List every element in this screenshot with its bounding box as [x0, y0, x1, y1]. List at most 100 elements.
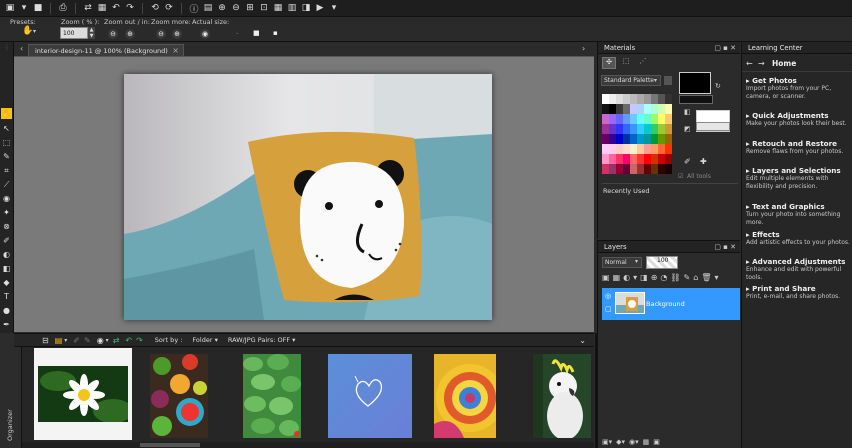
document-tab[interactable]: interior-design-11 @ 100% (Background) × — [28, 44, 184, 56]
layer-name[interactable]: Background — [646, 300, 685, 308]
color-swatch[interactable] — [602, 134, 609, 144]
apply-icon[interactable]: ▪ — [273, 29, 278, 37]
color-swatch[interactable] — [609, 124, 616, 134]
frame-swatch-tab-icon[interactable]: ✣ — [602, 57, 616, 69]
blend-ranges-icon[interactable]: ⊕ — [651, 273, 658, 285]
color-swatch[interactable] — [609, 164, 616, 174]
pan-tool-icon[interactable]: ✋ — [1, 108, 12, 119]
fit-window-icon[interactable]: ⊞ — [244, 2, 256, 14]
zoom-input[interactable]: 100 — [60, 27, 88, 39]
color-swatch[interactable] — [616, 154, 623, 164]
color-swatch[interactable] — [623, 144, 630, 154]
color-swatch[interactable] — [630, 124, 637, 134]
color-swatch[interactable] — [623, 104, 630, 114]
all-tools-checkbox-icon[interactable]: ☑ — [678, 173, 683, 180]
color-swatch[interactable] — [616, 134, 623, 144]
image-icon[interactable]: ▦ — [96, 2, 108, 14]
thumbnail-flower[interactable] — [38, 366, 128, 422]
color-swatch[interactable] — [665, 164, 672, 174]
pick-tool-icon[interactable]: ↖ — [1, 123, 12, 134]
color-swatch[interactable] — [637, 94, 644, 104]
color-swatch[interactable] — [609, 94, 616, 104]
foreground-color-swatch[interactable] — [679, 72, 711, 94]
color-swatch[interactable] — [616, 164, 623, 174]
text-tool-icon[interactable]: T — [1, 291, 12, 302]
color-swatch[interactable] — [651, 94, 658, 104]
dodge-tool-icon[interactable]: ◐ — [1, 249, 12, 260]
color-swatch[interactable] — [623, 164, 630, 174]
color-swatch[interactable] — [630, 104, 637, 114]
open-dropdown-icon[interactable]: ▾ — [18, 2, 30, 14]
opacity-field[interactable]: 100 — [646, 256, 678, 269]
layer-lock-icon[interactable]: ▢ — [605, 305, 612, 313]
straighten-tool-icon[interactable]: ⟋ — [1, 179, 12, 190]
zoom-spinner[interactable]: ▲ ▼ — [88, 27, 95, 39]
thumbnail-heart[interactable] — [328, 354, 412, 438]
rotate-right-organizer-icon[interactable]: ↷ — [136, 336, 143, 345]
color-swatch[interactable] — [616, 104, 623, 114]
thumbnail-leaves[interactable] — [243, 354, 301, 438]
color-swatch[interactable] — [602, 124, 609, 134]
zoom-out-icon[interactable]: ⊖ — [230, 2, 242, 14]
save-icon[interactable]: ■ — [32, 2, 44, 14]
color-swatch[interactable] — [644, 124, 651, 134]
learning-item[interactable]: ▸ Get Photos Import photos from your PC, … — [746, 76, 852, 100]
color-swatch[interactable] — [602, 104, 609, 114]
color-swatch[interactable] — [651, 124, 658, 134]
color-swatch[interactable] — [665, 134, 672, 144]
learning-home-link[interactable]: Home — [772, 59, 796, 68]
red-eye-tool-icon[interactable]: ◉ — [1, 193, 12, 204]
color-swatch[interactable] — [651, 114, 658, 124]
learning-item-title[interactable]: ▸ Layers and Selections — [746, 166, 852, 175]
color-swatch[interactable] — [658, 104, 665, 114]
background-material-swatch[interactable] — [696, 122, 730, 131]
new-vector-layer-icon[interactable]: ▦ — [613, 273, 621, 285]
print-icon[interactable]: ⎙ — [57, 2, 69, 14]
learning-item-title[interactable]: ▸ Text and Graphics — [746, 202, 852, 211]
organizer-scrollbar[interactable] — [22, 442, 594, 448]
color-swatch[interactable] — [637, 104, 644, 114]
collapse-organizer-icon[interactable]: ⌄ — [579, 336, 586, 345]
learning-item[interactable]: ▸ Text and Graphics Turn your photo into … — [746, 202, 852, 226]
learning-item[interactable]: ▸ Layers and Selections Edit multiple ele… — [746, 166, 852, 190]
layer-mask-bottom-icon[interactable]: ◉▾ — [629, 438, 639, 448]
palette-options-icon[interactable] — [664, 76, 672, 85]
layer-fx-icon[interactable]: ◔ — [660, 273, 667, 285]
share-organizer-icon[interactable]: ⇄ — [113, 336, 120, 345]
folder-sort-dropdown[interactable]: Folder ▾ — [192, 336, 217, 344]
transparent-toggle-icon[interactable]: ◩ — [684, 125, 691, 133]
color-swatch[interactable] — [651, 134, 658, 144]
materials-panel-controls-icon[interactable]: ▢ ▪ ✕ — [714, 44, 736, 52]
color-swatch[interactable] — [630, 164, 637, 174]
blend-mode-arrow-icon[interactable]: ▾ — [635, 258, 638, 265]
snap-icon[interactable]: ◨ — [300, 2, 312, 14]
shape-tool-icon[interactable]: ● — [1, 305, 12, 316]
new-raster-layer-icon[interactable]: ▣ — [602, 273, 610, 285]
color-swatch[interactable] — [644, 154, 651, 164]
layer-properties-icon[interactable]: ✎ — [684, 273, 691, 285]
organizer-side-tab[interactable]: Organizer — [0, 333, 22, 448]
color-swatch[interactable] — [623, 154, 630, 164]
color-swatch[interactable] — [651, 104, 658, 114]
color-swatch[interactable] — [616, 144, 623, 154]
presets-dropdown-icon[interactable]: ▾ — [33, 28, 36, 35]
color-swatch[interactable] — [623, 114, 630, 124]
document-tab-close-icon[interactable]: × — [172, 46, 179, 55]
color-swatch-grid[interactable] — [602, 94, 674, 174]
color-swatch[interactable] — [658, 94, 665, 104]
color-swatch[interactable] — [616, 94, 623, 104]
dropper-tool-icon[interactable]: ✎ — [1, 151, 12, 162]
color-swatch[interactable] — [665, 114, 672, 124]
color-swatch[interactable] — [602, 164, 609, 174]
color-swatch[interactable] — [637, 124, 644, 134]
learning-item-title[interactable]: ▸ Quick Adjustments — [746, 111, 852, 120]
link-layers-icon[interactable]: ⛓ — [670, 273, 680, 285]
guides-icon[interactable]: ▥ — [286, 2, 298, 14]
rotate-left-icon[interactable]: ⟲ — [149, 2, 161, 14]
zoom-more-in-button[interactable]: ⊕ — [172, 29, 182, 39]
tag-icon[interactable]: ◉ — [97, 336, 104, 345]
layer-delete-bottom-icon[interactable]: ▣ — [653, 438, 660, 448]
learning-item-title[interactable]: ▸ Get Photos — [746, 76, 852, 85]
script-icon[interactable]: ▶ — [314, 2, 326, 14]
new-adjustment-layer-icon[interactable]: ◐ — [623, 273, 630, 285]
